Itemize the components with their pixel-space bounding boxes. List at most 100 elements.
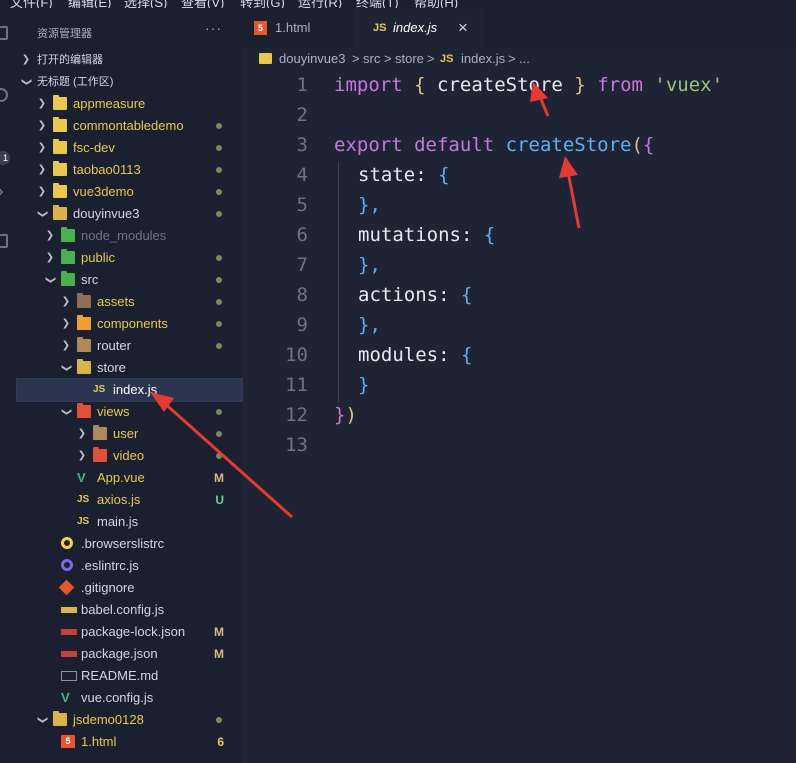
tree-item-public[interactable]: ❯ public (17, 247, 242, 269)
chevron-right-icon: ❯ (45, 230, 55, 241)
search-icon[interactable] (0, 88, 8, 102)
tree-item-label: components (97, 316, 168, 331)
source-control-badge[interactable]: 1 (0, 151, 10, 165)
tree-item-eslintrc-js[interactable]: .eslintrc.js (17, 555, 242, 577)
line-number: 6 (296, 224, 308, 246)
tree-item-assets[interactable]: ❯ assets (17, 291, 242, 313)
breadcrumb-douyinvue3[interactable]: douyinvue3 (279, 48, 346, 70)
tree-item-readme-md[interactable]: README.md (17, 665, 242, 687)
tree-item-package-lock-json[interactable]: package-lock.json M (17, 621, 242, 643)
tree-item-video[interactable]: ❯ video (17, 445, 242, 467)
folder-icon (53, 95, 67, 110)
tree-item-vue-config-js[interactable]: Vvue.config.js (17, 687, 242, 709)
tree-item-label: douyinvue3 (73, 206, 140, 221)
menu-go[interactable]: 转到(G) (240, 0, 285, 8)
breadcrumb-index-js[interactable]: index.js (461, 48, 505, 70)
tree-item-views[interactable]: ❯ views (17, 401, 242, 423)
code-line-3[interactable]: export default createStore({ (334, 134, 654, 156)
chevron-right-icon: ❯ (45, 252, 55, 263)
tree-item-1-html[interactable]: 5 1.html 6 (17, 731, 242, 753)
code-line-1[interactable]: import { createStore } from 'vuex' (334, 74, 723, 96)
tree-item-label: babel.config.js (81, 602, 165, 617)
tree-item-store[interactable]: ❯ store (17, 357, 242, 379)
menu-run[interactable]: 运行(R) (298, 0, 342, 8)
menu-help[interactable]: 帮助(H) (414, 0, 458, 8)
modified-dot (216, 211, 222, 217)
menu-selection[interactable]: 选择(S) (124, 0, 167, 8)
tree-item-axios-js[interactable]: JS axios.js U (17, 489, 242, 511)
git-status-badge: M (214, 625, 224, 639)
tree-item-label: src (81, 272, 99, 287)
code-line-11[interactable]: } (358, 374, 369, 396)
code-line-10[interactable]: modules: { (358, 344, 472, 366)
tree-item-user[interactable]: ❯ user (17, 423, 242, 445)
modified-dot (216, 123, 222, 129)
extensions-icon[interactable] (0, 234, 8, 248)
tree-item-babel-config-js[interactable]: babel.config.js (17, 599, 242, 621)
more-actions-icon[interactable]: ··· (205, 20, 222, 36)
tree-item-index-js[interactable]: JS index.js (16, 378, 243, 402)
code-line-12[interactable]: }) (334, 404, 357, 426)
tree-item-app-vue[interactable]: V App.vue M (17, 467, 242, 489)
code-line-9[interactable]: }, (358, 314, 381, 336)
menu-view[interactable]: 查看(V) (181, 0, 224, 8)
git-status-badge: U (215, 493, 224, 507)
folder-icon (77, 337, 91, 352)
folder-icon (61, 271, 75, 286)
tree-item-vue3demo[interactable]: ❯ vue3demo (17, 181, 242, 203)
tree-item-commontabledemo[interactable]: ❯ commontabledemo (17, 115, 242, 137)
menu-edit[interactable]: 编辑(E) (68, 0, 111, 8)
breadcrumb-symbols[interactable]: ... (519, 48, 530, 70)
breadcrumb-store[interactable]: store (395, 48, 424, 70)
tree-item-package-json[interactable]: package.json M (17, 643, 242, 665)
html5-icon: 5 (254, 21, 267, 35)
code-line-5[interactable]: }, (358, 194, 381, 216)
tree-item-label: appmeasure (73, 96, 146, 111)
eslint-icon (61, 559, 73, 571)
tree-item-browserslistrc[interactable]: .browserslistrc (17, 533, 242, 555)
tab-index-js[interactable]: JS index.js × (354, 8, 484, 48)
tree-item-fsc-dev[interactable]: ❯ fsc-dev (17, 137, 242, 159)
tab-1-html[interactable]: 5 1.html (242, 8, 352, 48)
code-line-7[interactable]: }, (358, 254, 381, 276)
tree-item-jsdemo0128[interactable]: ❯ jsdemo0128 (17, 709, 242, 731)
tree-item-src[interactable]: ❯ src (17, 269, 242, 291)
line-number: 7 (296, 254, 308, 276)
code-line-8[interactable]: actions: { (358, 284, 472, 306)
tree-item-taobao0113[interactable]: ❯ taobao0113 (17, 159, 242, 181)
tree-item-label: .gitignore (81, 580, 135, 595)
chevron-down-icon: ❯ (37, 715, 48, 725)
tree-item-router[interactable]: ❯ router (17, 335, 242, 357)
code-editor[interactable]: 1 2 3 4 5 6 7 8 9 10 11 12 13 import { createStore }… (242, 70, 796, 763)
tree-item-appmeasure[interactable]: ❯ appmeasure (17, 93, 242, 115)
chevron-right-icon: ❯ (37, 98, 47, 109)
run-icon[interactable] (0, 186, 4, 198)
folder-icon (93, 447, 107, 462)
modified-dot (216, 717, 222, 723)
breadcrumb-src[interactable]: src (363, 48, 380, 70)
tree-item-main-js[interactable]: JS main.js (17, 511, 242, 533)
tree-item-label: jsdemo0128 (73, 712, 144, 727)
tab-bar: 5 1.html JS index.js × (242, 8, 796, 48)
close-icon[interactable]: × (458, 8, 468, 48)
tree-item-components[interactable]: ❯ components (17, 313, 242, 335)
modified-dot (216, 453, 222, 459)
chevron-right-icon: ❯ (37, 186, 47, 197)
explorer-sidebar: 资源管理器 ··· ❯ 打开的编辑器 ❯ 无标题 (工作区) ❯ appmeasu… (12, 8, 243, 763)
open-editors-section[interactable]: ❯ 打开的编辑器 (17, 49, 242, 71)
workspace-section[interactable]: ❯ 无标题 (工作区) (17, 71, 242, 93)
chevron-down-icon: ❯ (61, 407, 72, 417)
tree-item-gitignore[interactable]: .gitignore (17, 577, 242, 599)
browserslist-icon (61, 537, 73, 549)
explorer-icon[interactable] (0, 26, 8, 40)
js-icon: JS (373, 22, 387, 34)
code-line-6[interactable]: mutations: { (358, 224, 495, 246)
menu-terminal[interactable]: 终端(T) (356, 0, 399, 8)
menu-file[interactable]: 文件(F) (10, 0, 53, 8)
folder-icon (259, 53, 272, 64)
tree-item-node-modules[interactable]: ❯ node_modules (17, 225, 242, 247)
folder-open-icon (53, 711, 67, 726)
tree-item-douyinvue3[interactable]: ❯ douyinvue3 (17, 203, 242, 225)
git-icon (58, 579, 75, 596)
code-line-4[interactable]: state: { (358, 164, 450, 186)
